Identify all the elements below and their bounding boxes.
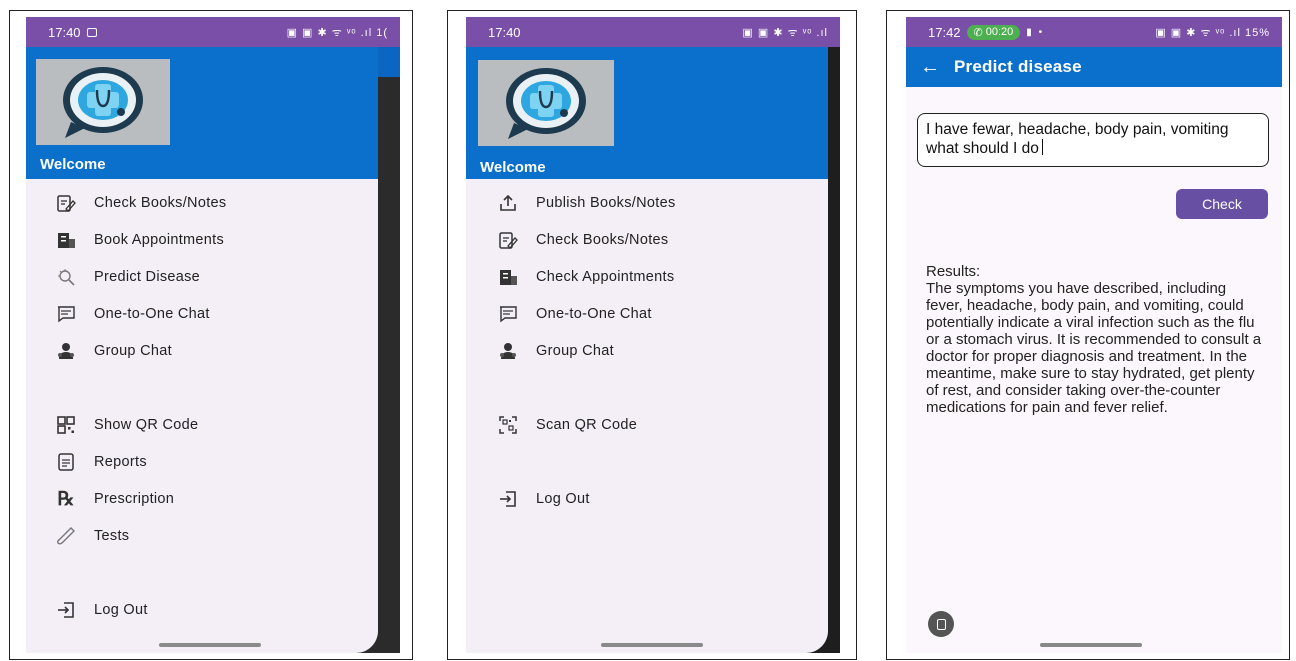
status-icons: ▣ ▣ ✱ ᯤ ᵛᵒ .ıl 1( <box>286 26 388 39</box>
status-time: 17:40 <box>488 24 521 40</box>
phone-icon: ✆ <box>973 26 983 39</box>
menu-item-label: Show QR Code <box>94 417 199 433</box>
drawer-header: Welcome <box>466 47 828 179</box>
status-bar: 17:40 ▣ ▣ ✱ ᯤ ᵛᵒ .ıl 1( <box>26 17 400 47</box>
notification-dot-icon: ▮ • <box>1026 26 1045 38</box>
menu-item-check-appointments[interactable]: Check Appointments <box>498 263 674 291</box>
report-icon <box>56 452 76 472</box>
medical-chat-logo-icon <box>506 68 586 139</box>
welcome-text: Welcome <box>40 156 106 173</box>
text-cursor <box>1041 139 1044 155</box>
menu-item-label: One-to-One Chat <box>536 306 652 322</box>
results-text: The symptoms you have described, includi… <box>926 280 1262 416</box>
menu-item-one-to-one-chat[interactable]: One-to-One Chat <box>498 300 652 328</box>
menu-item-log-out[interactable]: Log Out <box>56 596 148 624</box>
logout-icon <box>498 489 518 509</box>
status-time: 17:42 <box>928 24 961 40</box>
drawer-header: Welcome <box>26 47 378 179</box>
menu-item-one-to-one-chat[interactable]: One-to-One Chat <box>56 300 210 328</box>
menu-item-label: Log Out <box>536 491 590 507</box>
app-logo <box>36 59 170 145</box>
menu-item-label: Check Books/Notes <box>94 195 227 211</box>
group-icon <box>56 341 76 361</box>
group-icon <box>498 341 518 361</box>
menu-item-label: Prescription <box>94 491 175 507</box>
screenshot-panel-3: 17:42 ✆ 00:20 ▮ • ▣ ▣ ✱ ᯤ ᵛᵒ .ıl 15% ← P… <box>886 10 1290 660</box>
menu-item-predict-disease[interactable]: Predict Disease <box>56 263 200 291</box>
notes-edit-icon <box>56 193 76 213</box>
device-icon <box>936 618 946 630</box>
medical-chat-logo-icon <box>63 67 143 138</box>
status-icons: ▣ ▣ ✱ ᯤ ᵛᵒ .ıl 15% <box>1155 26 1270 39</box>
menu-item-label: Predict Disease <box>94 269 201 285</box>
menu-item-label: Check Books/Notes <box>536 232 669 248</box>
call-timer: 00:20 <box>985 26 1014 38</box>
status-icons: ▣ ▣ ✱ ᯤ ᵛᵒ .ıl <box>742 26 828 39</box>
floating-button[interactable] <box>928 611 954 637</box>
symptoms-input[interactable]: I have fewar, headache, body pain, vomit… <box>917 113 1269 167</box>
menu-item-label: Tests <box>94 528 130 544</box>
phone-screen: 17:40 ▣ ▣ ✱ ᯤ ᵛᵒ .ıl Welcome Publish Boo… <box>466 17 840 653</box>
hospital-icon <box>56 230 76 250</box>
navigation-drawer: Welcome Publish Books/Notes Check Books/… <box>466 47 828 653</box>
check-button[interactable]: Check <box>1176 189 1268 219</box>
menu-item-log-out[interactable]: Log Out <box>498 485 590 513</box>
screenshot-panel-1: 17:40 ▣ ▣ ✱ ᯤ ᵛᵒ .ıl 1(Welcome Check Bo… <box>9 10 413 660</box>
welcome-text: Welcome <box>480 159 546 176</box>
menu-item-prescription[interactable]: ℞ Prescription <box>56 485 174 513</box>
page-title: Predict disease <box>954 57 1082 76</box>
logout-icon <box>56 600 76 620</box>
qr-code-icon <box>56 415 76 435</box>
gallery-icon <box>86 27 97 37</box>
phone-screen: 17:42 ✆ 00:20 ▮ • ▣ ▣ ✱ ᯤ ᵛᵒ .ıl 15% ← P… <box>906 17 1282 653</box>
screenshot-panel-2: 17:40 ▣ ▣ ✱ ᯤ ᵛᵒ .ıl Welcome Publish Boo… <box>447 10 857 660</box>
menu-item-label: Publish Books/Notes <box>536 195 676 211</box>
gesture-navigation-bar[interactable] <box>1040 643 1142 647</box>
menu-item-check-books-notes[interactable]: Check Books/Notes <box>56 189 226 217</box>
chat-icon <box>498 304 518 324</box>
menu-item-label: Group Chat <box>94 343 172 359</box>
hospital-icon <box>498 267 518 287</box>
menu-item-show-qr-code[interactable]: Show QR Code <box>56 411 198 439</box>
qr-scan-icon <box>498 415 518 435</box>
back-arrow-icon[interactable]: ← <box>920 56 940 79</box>
test-tube-icon <box>56 526 76 546</box>
gesture-navigation-bar[interactable] <box>601 643 703 647</box>
menu-item-group-chat[interactable]: Group Chat <box>498 337 614 365</box>
status-bar: 17:42 ✆ 00:20 ▮ • ▣ ▣ ✱ ᯤ ᵛᵒ .ıl 15% <box>906 17 1282 47</box>
phone-screen: 17:40 ▣ ▣ ✱ ᯤ ᵛᵒ .ıl 1(Welcome Check Bo… <box>26 17 400 653</box>
app-logo <box>478 60 614 146</box>
navigation-drawer: Welcome Check Books/Notes Book Appointme… <box>26 47 378 653</box>
menu-item-publish-books-notes[interactable]: Publish Books/Notes <box>498 189 676 217</box>
menu-item-label: Book Appointments <box>94 232 225 248</box>
menu-item-reports[interactable]: Reports <box>56 448 147 476</box>
ongoing-call-chip[interactable]: ✆ 00:20 <box>966 24 1021 40</box>
menu-item-label: Check Appointments <box>536 269 675 285</box>
menu-item-label: One-to-One Chat <box>94 306 210 322</box>
menu-item-label: Scan QR Code <box>536 417 638 433</box>
gesture-navigation-bar[interactable] <box>159 643 261 647</box>
notes-edit-icon <box>498 230 518 250</box>
menu-item-label: Group Chat <box>536 343 614 359</box>
menu-item-tests[interactable]: Tests <box>56 522 129 550</box>
menu-item-label: Reports <box>94 454 147 470</box>
status-bar: 17:40 ▣ ▣ ✱ ᯤ ᵛᵒ .ıl <box>466 17 840 47</box>
menu-item-scan-qr-code[interactable]: Scan QR Code <box>498 411 637 439</box>
menu-item-book-appointments[interactable]: Book Appointments <box>56 226 224 254</box>
top-app-bar: ← Predict disease <box>906 47 1282 87</box>
chat-icon <box>56 304 76 324</box>
menu-item-group-chat[interactable]: Group Chat <box>56 337 172 365</box>
results-label: Results: <box>926 263 981 280</box>
symptoms-input-value: I have fewar, headache, body pain, vomit… <box>926 121 1229 157</box>
prescription-icon: ℞ <box>57 488 75 510</box>
menu-item-label: Log Out <box>94 602 148 618</box>
upload-icon <box>498 193 518 213</box>
virus-search-icon <box>56 267 76 287</box>
status-time: 17:40 <box>48 24 81 40</box>
menu-item-check-books-notes[interactable]: Check Books/Notes <box>498 226 668 254</box>
